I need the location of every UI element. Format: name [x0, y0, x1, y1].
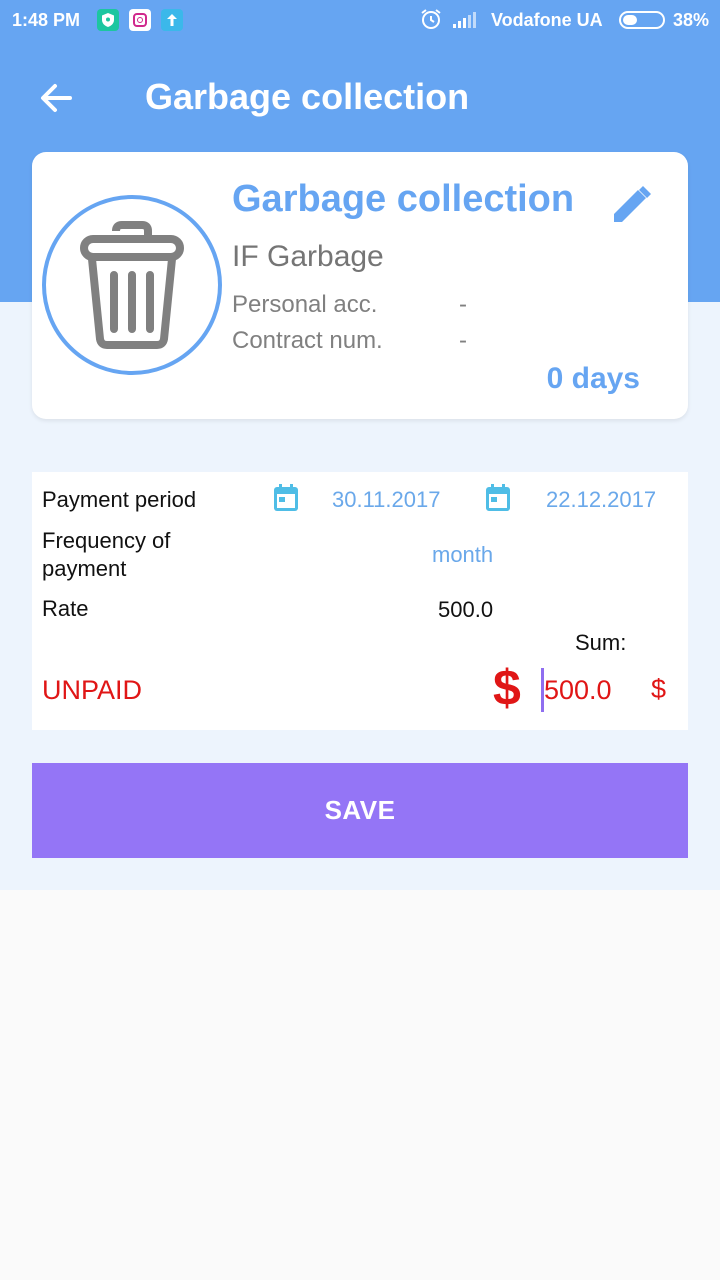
status-bar: 1:48 PM Vodafone UA 38% — [0, 0, 720, 40]
date-to[interactable]: 22.12.2017 — [546, 487, 656, 513]
rate-label: Rate — [42, 596, 89, 621]
personal-account-value: - — [459, 291, 467, 318]
shield-icon — [97, 9, 119, 31]
personal-account-label: Personal acc. — [232, 291, 378, 318]
contract-number-label: Contract num. — [232, 327, 383, 354]
service-icon-circle — [42, 195, 222, 375]
instagram-icon — [129, 9, 151, 31]
payment-details-card: Payment period 30.11.2017 22.12.2017 Fre… — [32, 472, 688, 730]
calendar-icon[interactable] — [273, 484, 299, 512]
save-button[interactable]: SAVE — [32, 763, 688, 858]
sum-input[interactable] — [541, 668, 631, 712]
sum-currency: $ — [651, 674, 667, 704]
page-title: Garbage collection — [145, 76, 470, 117]
date-from[interactable]: 30.11.2017 — [332, 487, 440, 513]
service-title: Garbage collection — [232, 178, 575, 220]
alarm-icon — [420, 8, 442, 35]
rate-value: 500.0 — [438, 597, 494, 622]
status-time: 1:48 PM — [12, 10, 81, 30]
contract-number-value: - — [459, 327, 467, 354]
frequency-label: Frequency of payment — [42, 528, 171, 581]
carrier-name: Vodafone UA — [491, 10, 603, 30]
payment-period-label: Payment period — [42, 487, 197, 512]
provider-name: IF Garbage — [232, 240, 384, 273]
sum-label: Sum: — [575, 630, 627, 655]
battery-icon — [619, 11, 665, 29]
arrow-left-icon — [41, 84, 72, 112]
signal-icon — [453, 12, 477, 33]
calendar-icon[interactable] — [485, 484, 511, 512]
frequency-value[interactable]: month — [432, 542, 493, 568]
payment-status[interactable]: UNPAID — [42, 675, 142, 706]
pencil-icon — [614, 186, 651, 222]
trash-icon — [80, 221, 184, 349]
days-counter: 0 days — [546, 362, 640, 395]
battery-percentage: 38% — [673, 10, 710, 30]
service-info-card: Garbage collection IF Garbage Personal a… — [32, 152, 688, 419]
upload-icon — [161, 9, 183, 31]
back-button[interactable] — [30, 72, 82, 124]
edit-button[interactable] — [606, 180, 656, 230]
dollar-icon[interactable]: $ — [493, 660, 521, 716]
